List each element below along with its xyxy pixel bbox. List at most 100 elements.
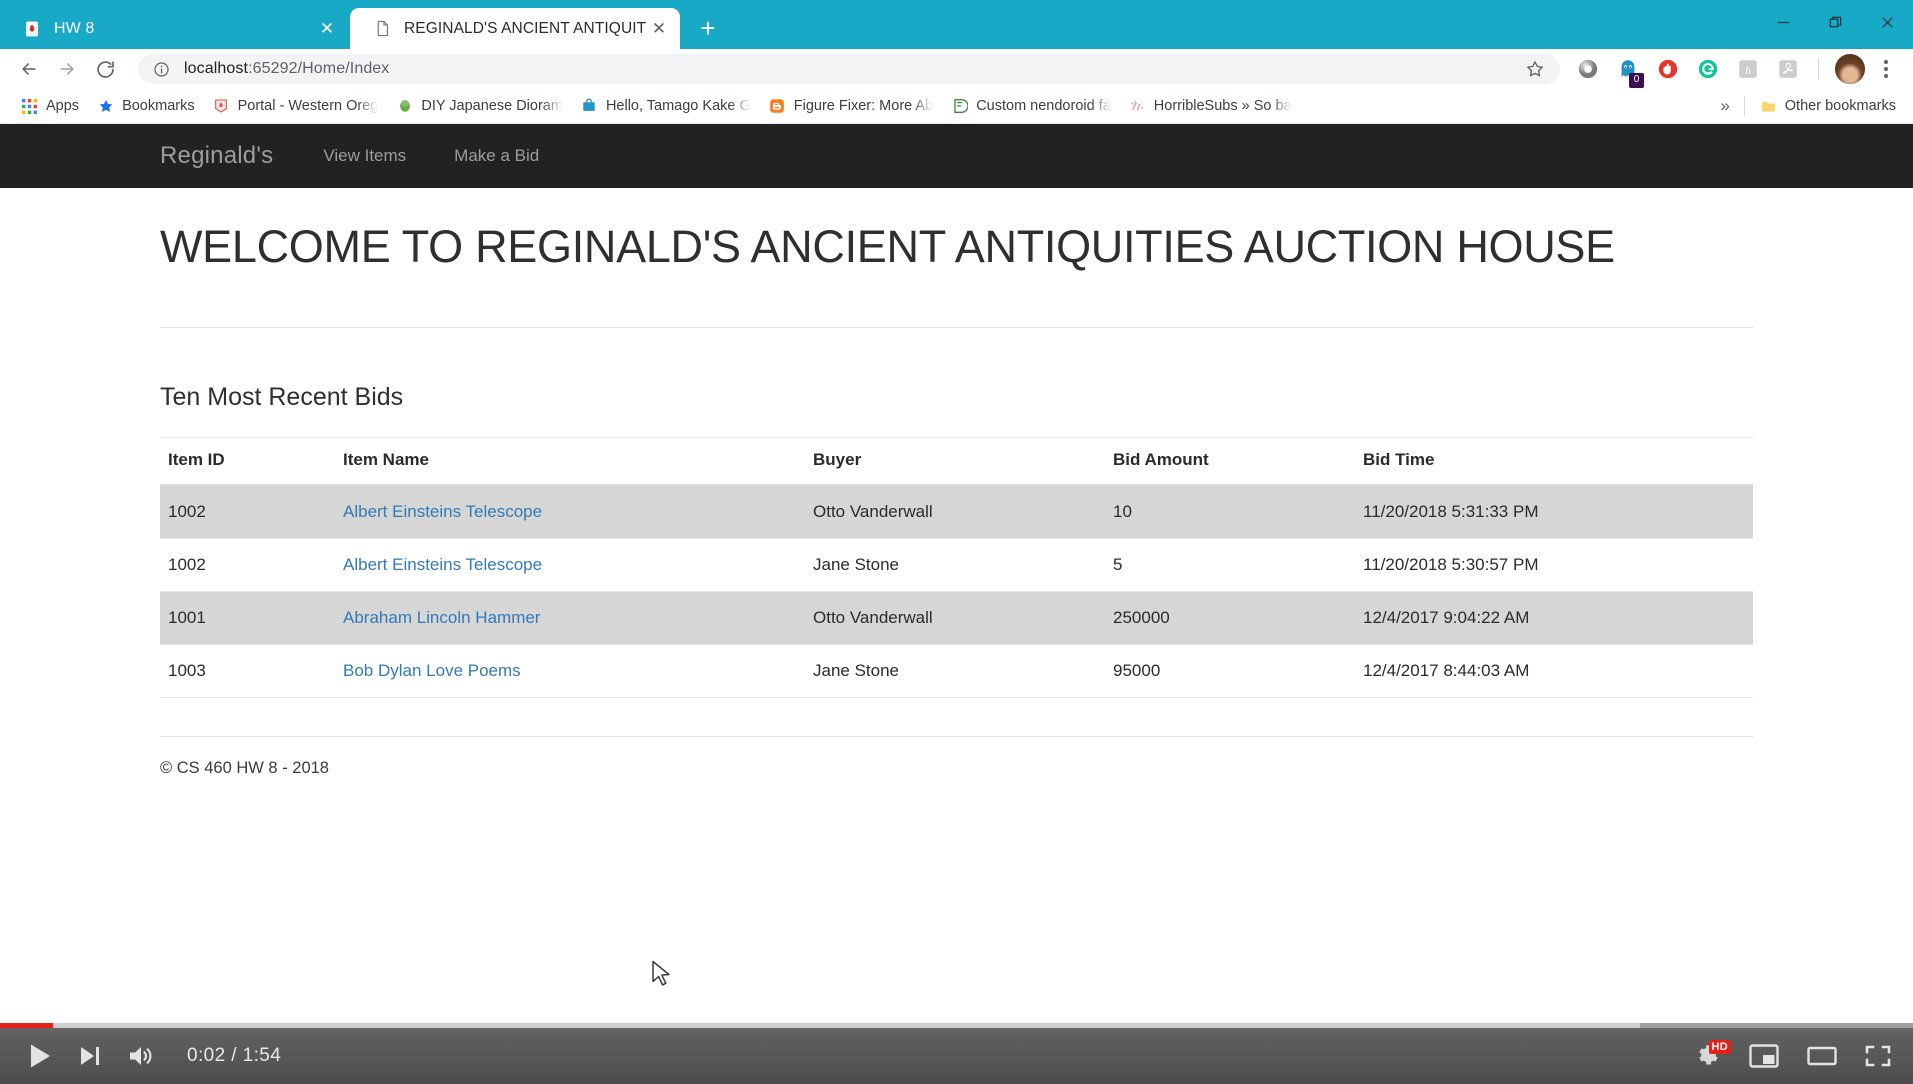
- cell-bid-time: 12/4/2017 9:04:22 AM: [1355, 591, 1753, 645]
- apps-grid-icon: [21, 98, 38, 115]
- cell-buyer: Jane Stone: [805, 538, 1105, 592]
- honey-extension[interactable]: h: [1731, 52, 1765, 86]
- restore-icon[interactable]: [1809, 0, 1861, 44]
- item-name-link[interactable]: Albert Einsteins Telescope: [343, 502, 542, 521]
- section-title: Ten Most Recent Bids: [160, 382, 404, 411]
- page-viewport: Reginald's View Items Make a Bid WELCOME…: [0, 124, 1913, 1023]
- hd-quality-badge: HD: [1708, 1040, 1731, 1054]
- site-brand-link[interactable]: Reginald's: [160, 142, 273, 170]
- item-name-link[interactable]: Albert Einsteins Telescope: [343, 555, 542, 574]
- column-header-bid-time: Bid Time: [1355, 436, 1753, 486]
- page-footer: © CS 460 HW 8 - 2018: [160, 758, 329, 777]
- cell-bid-time: 11/20/2018 5:30:57 PM: [1355, 538, 1753, 592]
- other-bookmarks-button[interactable]: Other bookmarks: [1751, 92, 1905, 120]
- cell-item-id: 1002: [160, 484, 335, 539]
- bookmarks-bar: Apps Bookmarks Portal - Western Oreg DIY…: [0, 89, 1913, 124]
- profile-avatar[interactable]: [1835, 54, 1865, 84]
- bookmark-item-custom-nendoroid[interactable]: Custom nendoroid fa: [942, 92, 1120, 120]
- cell-item-name: Albert Einsteins Telescope: [335, 538, 805, 592]
- nav-link-view-items[interactable]: View Items: [313, 138, 416, 174]
- player-right-controls: HD: [1695, 1028, 1891, 1084]
- browser-tab-hw8[interactable]: HW 8 ✕: [0, 8, 348, 49]
- cell-item-name: Abraham Lincoln Hammer: [335, 591, 805, 645]
- new-tab-button[interactable]: +: [688, 10, 728, 46]
- cell-item-name: Bob Dylan Love Poems: [335, 644, 805, 698]
- play-icon[interactable]: [28, 1043, 52, 1069]
- tab-close-icon[interactable]: ✕: [316, 18, 338, 40]
- bookmark-item-diy-diorama[interactable]: DIY Japanese Dioram: [387, 92, 572, 120]
- bookmark-label: Bookmarks: [122, 98, 195, 114]
- grammarly-extension[interactable]: [1691, 52, 1725, 86]
- table-body: 1002 Albert Einsteins Telescope Otto Van…: [160, 484, 1753, 698]
- miniplayer-icon[interactable]: [1749, 1043, 1779, 1069]
- svg-text:h: h: [1745, 63, 1751, 77]
- back-button[interactable]: [10, 50, 48, 88]
- pdf-red-icon: [22, 19, 42, 39]
- recent-bids-table: Item ID Item Name Buyer Bid Amount Bid T…: [160, 436, 1753, 698]
- tab-close-icon[interactable]: ✕: [648, 18, 670, 40]
- cell-buyer: Otto Vanderwall: [805, 484, 1105, 539]
- red-shield-icon: [213, 98, 230, 115]
- blue-star-icon: [97, 98, 114, 115]
- minimize-icon[interactable]: [1757, 0, 1809, 44]
- close-icon[interactable]: [1861, 0, 1913, 44]
- column-header-item-name: Item Name: [335, 436, 805, 486]
- bookmark-label: DIY Japanese Dioram: [421, 98, 563, 114]
- bookmarks-overflow-button[interactable]: »: [1706, 96, 1743, 116]
- address-bar[interactable]: localhost:65292/Home/Index: [138, 54, 1560, 84]
- ghostery-badge-count: 0: [1629, 73, 1644, 88]
- tab-strip: HW 8 ✕ REGINALD'S ANCIENT ANTIQUIT ✕ +: [0, 0, 1913, 49]
- volume-on-icon[interactable]: [128, 1044, 155, 1068]
- bookmark-item-horriblesubs[interactable]: HorribleSubs » So ba: [1120, 92, 1301, 120]
- video-player-frame: HW 8 ✕ REGINALD'S ANCIENT ANTIQUIT ✕ + l…: [0, 0, 1913, 1084]
- page-document-icon: [372, 19, 392, 39]
- bookmark-label: Hello, Tamago Kake G: [605, 98, 751, 114]
- ghostery-extension[interactable]: 0: [1611, 52, 1645, 88]
- cell-bid-amount: 5: [1105, 538, 1355, 592]
- url-host: localhost: [184, 60, 249, 77]
- cell-item-name: Albert Einsteins Telescope: [335, 484, 805, 539]
- cell-buyer: Jane Stone: [805, 644, 1105, 698]
- bookmark-item-tamago-kake[interactable]: Hello, Tamago Kake G: [572, 92, 760, 120]
- fullscreen-icon[interactable]: [1865, 1044, 1891, 1068]
- url-path: :65292/Home/Index: [248, 60, 390, 77]
- cell-bid-time: 12/4/2017 8:44:03 AM: [1355, 644, 1753, 698]
- cell-bid-amount: 10: [1105, 484, 1355, 539]
- settings-gear-icon[interactable]: HD: [1695, 1040, 1731, 1069]
- toolbar-divider: [1818, 58, 1819, 80]
- footer-divider: [160, 735, 1753, 737]
- item-name-link[interactable]: Abraham Lincoln Hammer: [343, 608, 540, 627]
- next-track-icon[interactable]: [78, 1044, 102, 1068]
- site-navbar: Reginald's View Items Make a Bid: [0, 124, 1913, 188]
- chrome-menu-icon[interactable]: [1871, 52, 1901, 86]
- bookmark-item-bookmarks[interactable]: Bookmarks: [88, 92, 204, 120]
- reload-button[interactable]: [86, 50, 124, 88]
- orange-blogger-icon: [769, 98, 786, 115]
- avatar-image: [1835, 54, 1865, 84]
- bookmark-apps-shortcut[interactable]: Apps: [12, 92, 88, 120]
- bookmark-label: Figure Fixer: More Ab: [793, 98, 934, 114]
- cell-bid-amount: 250000: [1105, 591, 1355, 645]
- forward-button[interactable]: [48, 50, 86, 88]
- bookmark-item-portal[interactable]: Portal - Western Oreg: [204, 92, 388, 120]
- cell-item-id: 1002: [160, 538, 335, 592]
- info-circle-icon[interactable]: [152, 60, 171, 79]
- silver-ring-extension[interactable]: [1571, 52, 1605, 86]
- bookmark-star-icon[interactable]: [1522, 56, 1548, 82]
- video-progress-bar[interactable]: [0, 1023, 1913, 1028]
- page-title: WELCOME TO REGINALD'S ANCIENT ANTIQUITIE…: [160, 221, 1615, 272]
- window-controls: [1757, 0, 1913, 44]
- green-dot-icon: [396, 98, 413, 115]
- item-name-link[interactable]: Bob Dylan Love Poems: [343, 661, 521, 680]
- cell-item-id: 1001: [160, 591, 335, 645]
- adblock-hand-extension[interactable]: [1651, 52, 1685, 86]
- tab-title: REGINALD'S ANCIENT ANTIQUIT: [404, 19, 647, 37]
- nav-link-make-a-bid[interactable]: Make a Bid: [444, 138, 549, 174]
- bookmark-label: Portal - Western Oreg: [237, 98, 379, 114]
- browser-tab-reginalds[interactable]: REGINALD'S ANCIENT ANTIQUIT ✕: [350, 8, 680, 49]
- adobe-acrobat-extension[interactable]: [1771, 52, 1805, 86]
- address-bar-url: localhost:65292/Home/Index: [184, 60, 1522, 78]
- table-row: 1002 Albert Einsteins Telescope Otto Van…: [160, 484, 1753, 539]
- theater-mode-icon[interactable]: [1807, 1044, 1837, 1068]
- bookmark-item-figure-fixer[interactable]: Figure Fixer: More Ab: [760, 92, 942, 120]
